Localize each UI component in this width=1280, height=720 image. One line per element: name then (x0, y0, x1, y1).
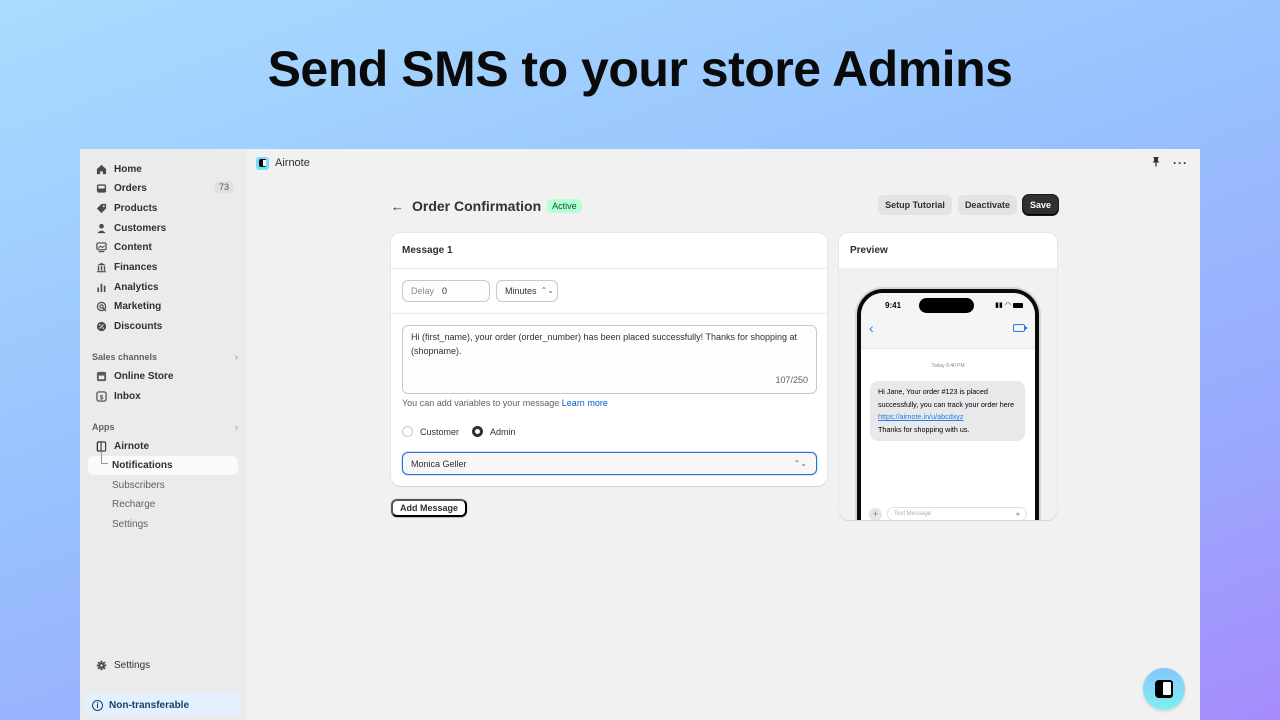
sidebar-item-analytics[interactable]: Analytics (88, 277, 238, 297)
sidebar-item-settings[interactable]: Settings (88, 655, 238, 675)
delay-unit-select[interactable]: Minutes ⌃⌄ (496, 280, 558, 302)
non-transferable-banner[interactable]: i Non-transferable (84, 693, 241, 717)
plus-icon: + (869, 507, 882, 520)
apps-header[interactable]: Apps › (92, 422, 238, 432)
add-message-button[interactable]: Add Message (391, 499, 468, 517)
compose-input: Text Message ● (887, 507, 1027, 520)
sidebar-subitem-recharge[interactable]: Recharge (88, 495, 238, 514)
variables-help-text: You can add variables to your message Le… (402, 398, 608, 408)
radio-customer[interactable] (402, 426, 413, 437)
home-icon (90, 164, 112, 175)
sidebar-item-marketing[interactable]: Marketing (88, 296, 238, 316)
airnote-logo-icon (256, 156, 269, 170)
sidebar-item-finances[interactable]: Finances (88, 257, 238, 277)
gear-icon (90, 660, 112, 671)
sidebar-item-discounts[interactable]: Discounts (88, 316, 238, 336)
more-horizontal-icon[interactable]: ··· (1173, 156, 1188, 170)
save-button[interactable]: Save (1022, 195, 1058, 215)
phone-time: 9:41 (885, 301, 902, 310)
chevron-left-icon: ‹ (869, 320, 874, 336)
divider (391, 313, 827, 314)
setup-tutorial-button[interactable]: Setup Tutorial (878, 195, 952, 215)
sidebar-item-airnote[interactable]: Airnote (88, 436, 238, 456)
app-window: Home Orders 73 Products Customers Conten… (80, 149, 1200, 720)
chat-widget-button[interactable] (1143, 668, 1185, 710)
page-title: Order Confirmation (412, 198, 542, 214)
sidebar-item-content[interactable]: Content (88, 237, 238, 257)
video-call-icon (1013, 324, 1028, 332)
chevron-right-icon: › (235, 352, 238, 362)
learn-more-link[interactable]: Learn more (562, 398, 608, 408)
sidebar-item-online-store[interactable]: Online Store (88, 366, 238, 386)
sms-bubble: Hi Jane, Your order #123 is placed succe… (870, 381, 1025, 441)
delay-input[interactable]: Delay 0 (402, 280, 490, 302)
status-icons: ▮▮ ◠ (995, 301, 1023, 309)
divider (391, 268, 827, 269)
phone-header: 9:41 ▮▮ ◠ ‹ (861, 293, 1035, 349)
preview-card: Preview 9:41 ▮▮ ◠ ‹ Today 9:40 PM Hi Jan… (839, 233, 1057, 520)
battery-icon (1013, 302, 1023, 308)
sidebar-item-products[interactable]: Products (88, 198, 238, 218)
select-chevrons-icon: ⌃⌄ (793, 458, 807, 468)
store-icon (90, 371, 112, 382)
page-header: ← Order Confirmation Active Setup Tutori… (391, 195, 1058, 217)
recipient-radio-group: Customer Admin (402, 426, 529, 437)
app-topbar: Airnote ··· (246, 149, 1200, 177)
preview-title: Preview (850, 245, 888, 256)
inbox-icon: $ (90, 390, 112, 402)
sidebar-subitem-notifications[interactable]: Notifications (88, 451, 238, 475)
delay-label: Delay (411, 286, 435, 296)
status-badge: Active (547, 199, 582, 213)
pin-icon[interactable] (1151, 156, 1161, 170)
dynamic-island (919, 298, 974, 313)
tag-icon (90, 203, 112, 214)
bank-icon (90, 262, 112, 273)
sidebar-item-home[interactable]: Home (88, 159, 238, 179)
bar-chart-icon (90, 282, 112, 293)
sidebar-item-customers[interactable]: Customers (88, 218, 238, 238)
tree-connector (101, 451, 108, 464)
tracking-link: https://airnote.in/u/abcdxyz (878, 412, 964, 421)
sidebar-subitem-subscribers[interactable]: Subscribers (88, 476, 238, 495)
wifi-icon: ◠ (1004, 302, 1011, 309)
microphone-icon: ● (1015, 510, 1020, 518)
radio-label-customer[interactable]: Customer (420, 427, 459, 437)
chevron-right-icon: › (235, 422, 238, 432)
sales-channels-header[interactable]: Sales channels › (92, 352, 238, 362)
orders-count-badge: 73 (213, 181, 234, 193)
deactivate-button[interactable]: Deactivate (957, 195, 1017, 215)
message-card: Message 1 Delay 0 Minutes ⌃⌄ Hi (first_n… (391, 233, 827, 486)
radio-label-admin[interactable]: Admin (490, 427, 516, 437)
discount-icon (90, 321, 112, 332)
person-icon (90, 223, 112, 234)
signal-icon: ▮▮ (995, 302, 1003, 309)
sidebar-subitem-settings[interactable]: Settings (88, 515, 238, 534)
target-icon (90, 301, 112, 312)
airnote-app-icon (90, 440, 112, 452)
hero-title: Send SMS to your store Admins (267, 41, 1013, 97)
back-arrow-icon[interactable]: ← (391, 199, 404, 214)
orders-icon (90, 183, 112, 194)
select-chevrons-icon: ⌃⌄ (540, 286, 554, 295)
char-count: 107/250 (775, 375, 808, 385)
sidebar: Home Orders 73 Products Customers Conten… (80, 149, 246, 720)
message-textarea[interactable]: Hi (first_name), your order (order_numbe… (402, 325, 817, 394)
info-icon: i (92, 699, 103, 711)
image-icon (90, 241, 112, 253)
sidebar-item-inbox[interactable]: $ Inbox (88, 386, 238, 406)
admin-select[interactable]: Monica Geller ⌃⌄ (402, 452, 817, 475)
svg-text:$: $ (99, 394, 103, 401)
sidebar-item-orders[interactable]: Orders 73 (88, 178, 238, 198)
radio-admin[interactable] (472, 426, 484, 437)
compose-row: + Text Message ● (869, 507, 1027, 520)
phone-mockup: 9:41 ▮▮ ◠ ‹ Today 9:40 PM Hi Jane, Your … (855, 287, 1041, 520)
message-title: Message 1 (402, 245, 453, 256)
sms-date: Today 9:40 PM (931, 363, 965, 369)
delay-value: 0 (442, 286, 448, 296)
airnote-chat-icon (1155, 680, 1173, 698)
app-name: Airnote (275, 157, 310, 169)
preview-body: 9:41 ▮▮ ◠ ‹ Today 9:40 PM Hi Jane, Your … (839, 268, 1057, 520)
